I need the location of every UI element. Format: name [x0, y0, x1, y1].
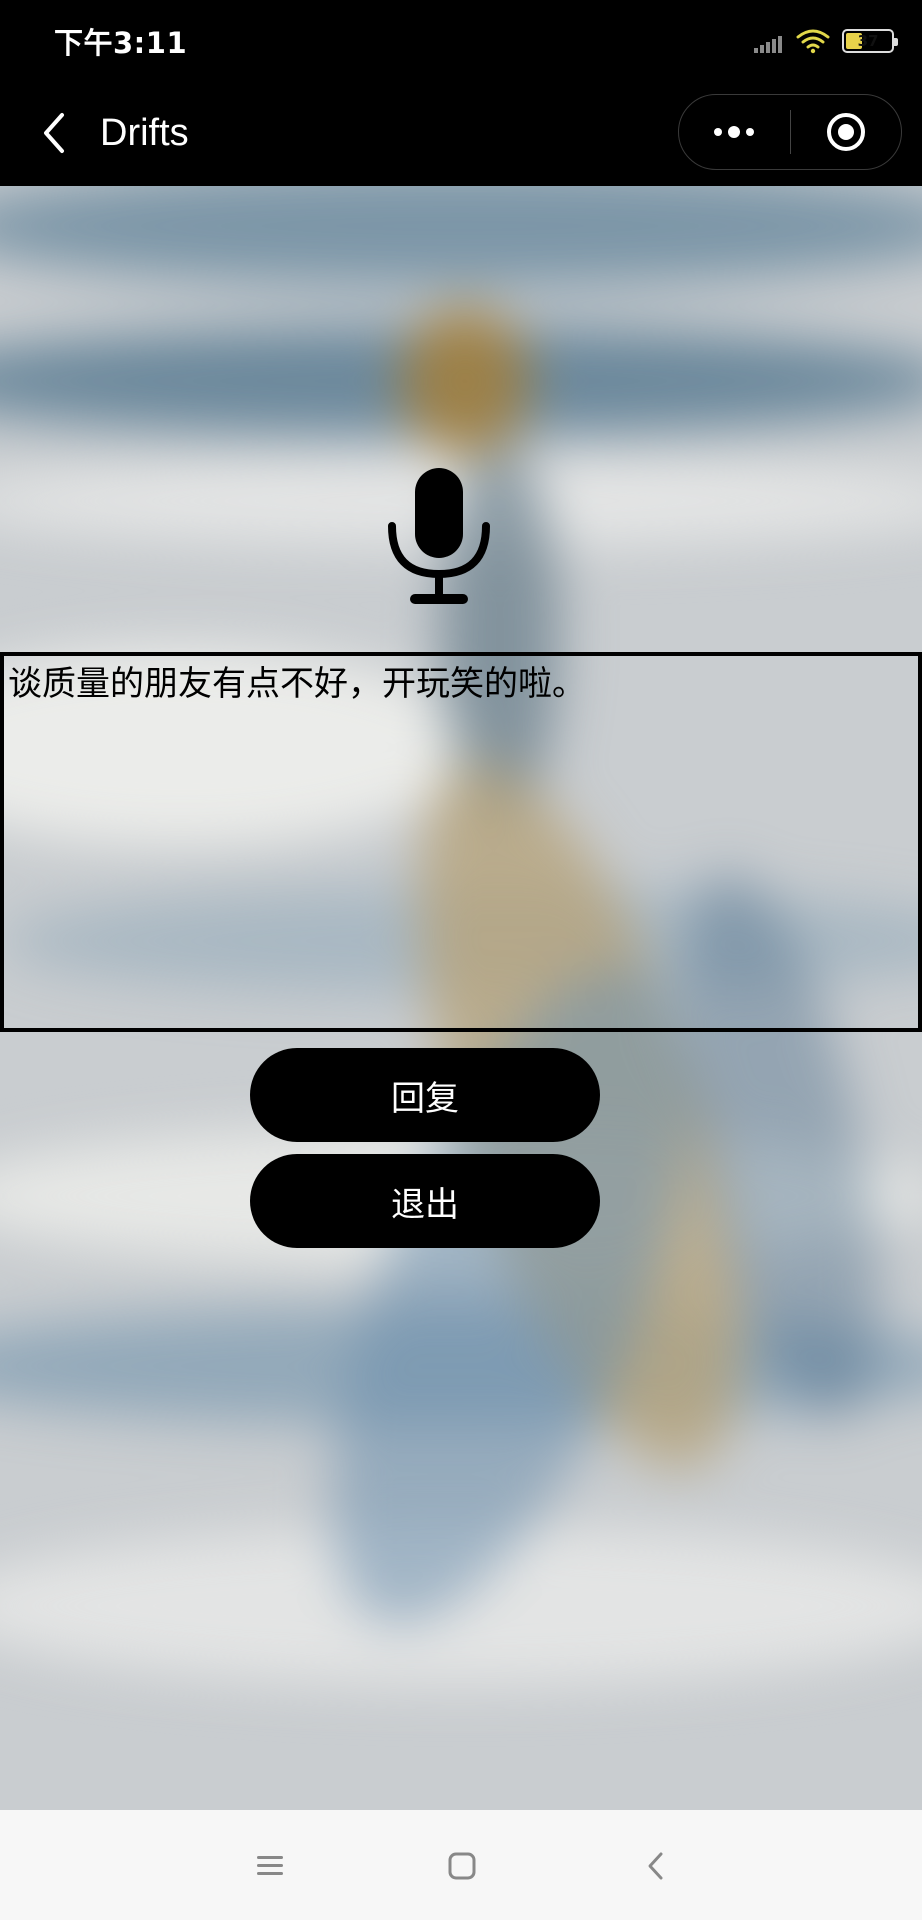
close-button[interactable] [791, 95, 902, 169]
status-time: 下午3:11 [54, 26, 188, 60]
chevron-left-icon[interactable] [30, 108, 80, 158]
more-button[interactable] [679, 95, 790, 169]
nav-bar: Drifts [0, 80, 922, 186]
microphone-icon[interactable] [386, 466, 492, 608]
reply-button[interactable]: 回复 [250, 1048, 600, 1142]
menu-icon[interactable] [248, 1844, 292, 1888]
wifi-icon [796, 28, 830, 54]
back-icon[interactable] [634, 1844, 678, 1888]
bottle-view: 谈质量的朋友有点不好，开玩笑的啦。 回复 退出 [0, 186, 922, 1810]
battery-level: 37 [857, 32, 879, 50]
page-title: Drifts [100, 112, 189, 154]
message-box: 谈质量的朋友有点不好，开玩笑的啦。 [0, 652, 922, 1032]
more-dots-icon [714, 126, 755, 138]
home-icon[interactable] [440, 1844, 484, 1888]
battery-icon: 37 [842, 29, 898, 53]
status-icons: 37 [754, 24, 898, 58]
message-text: 谈质量的朋友有点不好，开玩笑的啦。 [8, 664, 586, 704]
mini-program-capsule [678, 94, 902, 170]
system-nav-bar [0, 1810, 922, 1920]
target-circle-icon [826, 113, 865, 151]
signal-icon [754, 29, 784, 53]
status-bar: 下午3:11 37 [0, 0, 922, 80]
exit-button[interactable]: 退出 [250, 1154, 600, 1248]
